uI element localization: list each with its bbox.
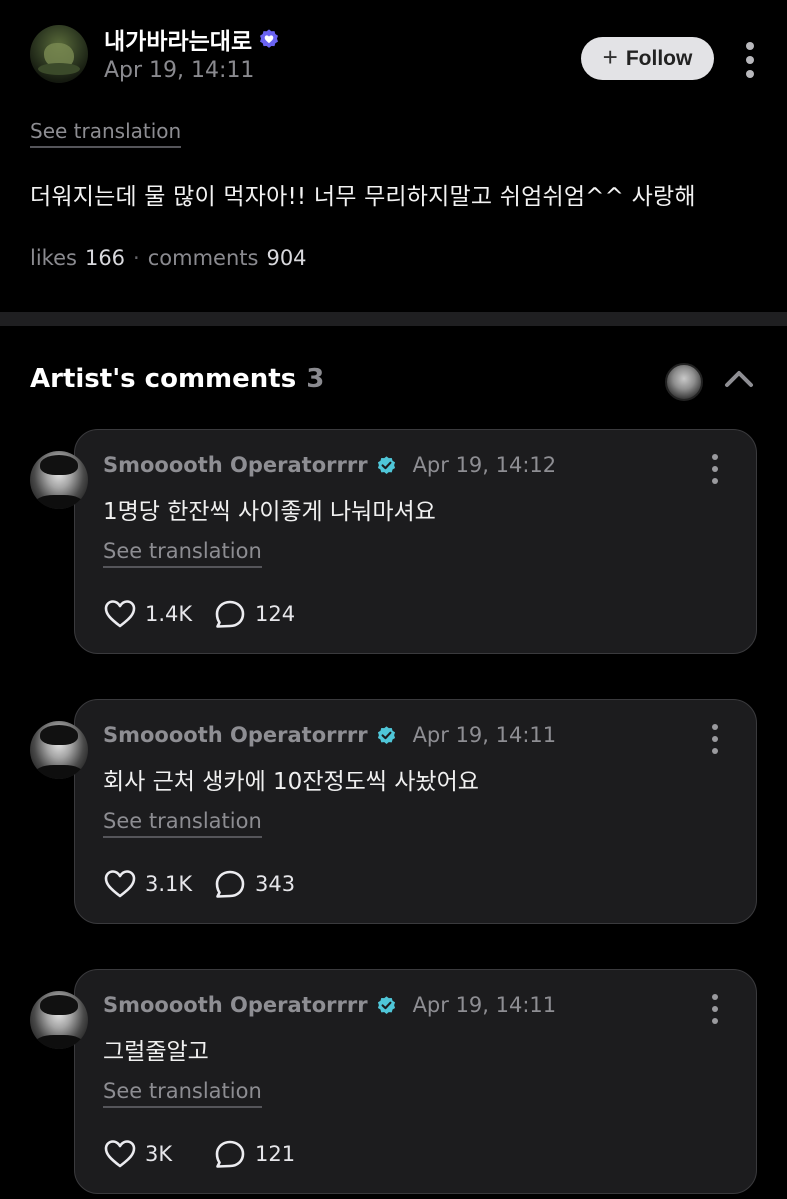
see-translation-link[interactable]: See translation <box>30 119 182 148</box>
comment-more-icon[interactable] <box>703 724 727 754</box>
comment-bubble-icon[interactable] <box>213 1138 247 1170</box>
comment-card: Smooooth Operatorrrr Apr 19, 14:11 회사 근처… <box>0 699 787 927</box>
commenter-name[interactable]: Smooooth Operatorrrr <box>103 723 368 747</box>
likes-label: likes <box>30 246 77 270</box>
comment-bubble-icon[interactable] <box>213 868 247 900</box>
comment-actions: 1.4K 124 <box>103 598 295 630</box>
separator-dot: · <box>133 246 140 270</box>
plus-icon: + <box>602 42 618 72</box>
comment-body: 회사 근처 생카에 10잔정도씩 사놨어요 <box>103 769 479 795</box>
post-author-name[interactable]: 내가바라는대로 <box>104 22 252 56</box>
commenter-avatar[interactable] <box>30 721 88 779</box>
like-count: 3K <box>145 1142 173 1166</box>
artist-avatar[interactable] <box>665 363 703 401</box>
comment-bubble-icon[interactable] <box>213 598 247 630</box>
post-more-icon[interactable] <box>738 42 762 78</box>
comments-label: comments <box>147 246 259 270</box>
comment-see-translation[interactable]: See translation <box>103 809 262 838</box>
commenter-name[interactable]: Smooooth Operatorrrr <box>103 453 368 477</box>
comment-body: 1명당 한잔씩 사이좋게 나눠마셔요 <box>103 499 436 525</box>
comment-more-icon[interactable] <box>703 454 727 484</box>
artist-comments-heading: Artist's comments 3 <box>30 364 324 394</box>
see-translation-link[interactable]: See translation <box>103 1079 262 1108</box>
reply-count: 343 <box>255 872 296 896</box>
verified-badge-icon <box>377 995 395 1014</box>
artist-comments-count: 3 <box>306 364 325 394</box>
verified-badge-icon <box>260 29 279 48</box>
comment-date: Apr 19, 14:11 <box>412 993 557 1017</box>
reply-count: 121 <box>255 1142 296 1166</box>
heart-icon[interactable] <box>103 598 137 630</box>
comment-actions: 3K 121 <box>103 1138 295 1170</box>
commenter-avatar[interactable] <box>30 451 88 509</box>
post-date: Apr 19, 14:11 <box>104 58 255 83</box>
heart-icon[interactable] <box>103 868 137 900</box>
see-translation-link[interactable]: See translation <box>103 539 262 568</box>
artist-comments-title: Artist's comments <box>30 364 297 394</box>
post-author[interactable]: 내가바라는대로 <box>104 22 280 56</box>
follow-button[interactable]: + Follow <box>581 37 714 80</box>
see-translation-link[interactable]: See translation <box>103 809 262 838</box>
post-body: 더워지는데 물 많이 먹자아!! 너무 무리하지말고 쉬엄쉬엄^^ 사랑해 <box>30 184 696 210</box>
heart-icon[interactable] <box>103 1138 137 1170</box>
commenter-name[interactable]: Smooooth Operatorrrr <box>103 993 368 1017</box>
comment-card: Smooooth Operatorrrr Apr 19, 14:12 1명당 한… <box>0 429 787 657</box>
comment-card: Smooooth Operatorrrr Apr 19, 14:11 그럴줄알고… <box>0 969 787 1197</box>
comment-header: Smooooth Operatorrrr Apr 19, 14:11 <box>103 723 556 747</box>
comment-see-translation[interactable]: See translation <box>103 1079 262 1108</box>
section-divider <box>0 312 787 326</box>
comment-header: Smooooth Operatorrrr Apr 19, 14:11 <box>103 993 556 1017</box>
reply-count: 124 <box>255 602 296 626</box>
like-count: 3.1K <box>145 872 193 896</box>
like-count: 1.4K <box>145 602 193 626</box>
chevron-up-icon[interactable] <box>722 366 756 392</box>
commenter-avatar[interactable] <box>30 991 88 1049</box>
comment-see-translation[interactable]: See translation <box>103 539 262 568</box>
comment-more-icon[interactable] <box>703 994 727 1024</box>
comment-header: Smooooth Operatorrrr Apr 19, 14:12 <box>103 453 556 477</box>
post-stats: likes 166 · comments 904 <box>30 246 307 270</box>
author-avatar[interactable] <box>30 25 88 83</box>
comment-actions: 3.1K 343 <box>103 868 295 900</box>
comment-date: Apr 19, 14:11 <box>412 723 557 747</box>
verified-badge-icon <box>377 455 395 474</box>
comments-count: 904 <box>266 246 307 270</box>
post-see-translation[interactable]: See translation <box>30 119 182 148</box>
comment-date: Apr 19, 14:12 <box>412 453 557 477</box>
verified-badge-icon <box>377 725 395 744</box>
likes-count: 166 <box>84 246 126 270</box>
follow-label: Follow <box>625 46 693 70</box>
comment-body: 그럴줄알고 <box>103 1039 209 1065</box>
